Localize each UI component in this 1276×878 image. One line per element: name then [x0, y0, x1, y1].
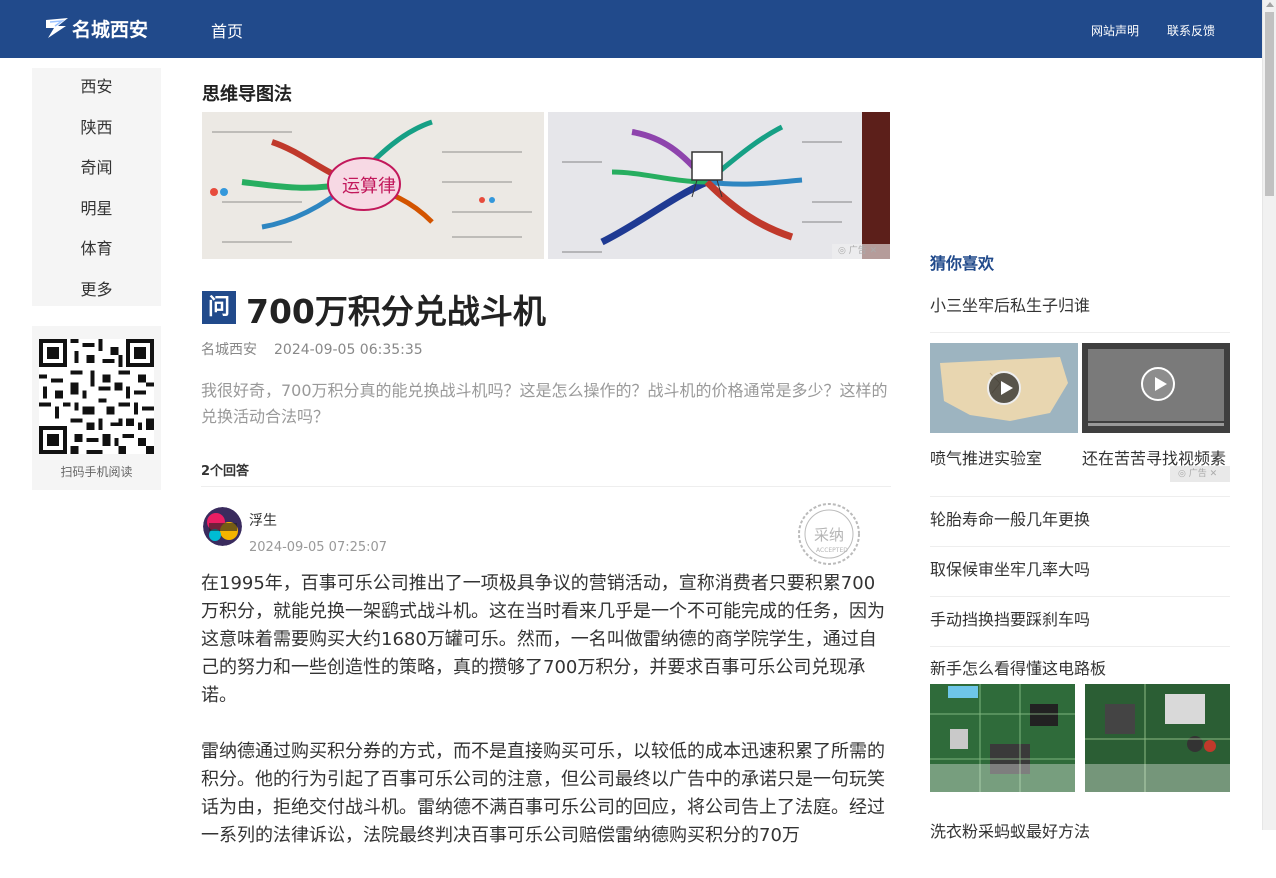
ad-tag[interactable]: ◎ 广告 ✕: [832, 244, 890, 259]
recommend-item[interactable]: 取保候审坐牢几率大吗: [930, 556, 1230, 580]
question-title: 700万积分兑战斗机: [246, 292, 546, 331]
contact-feedback-link[interactable]: 联系反馈: [1167, 22, 1215, 39]
qr-code-box: 扫码手机阅读: [32, 326, 161, 490]
logo-icon: [46, 18, 68, 38]
play-icon[interactable]: [1141, 367, 1175, 401]
ad-close-icon[interactable]: ✕: [1210, 469, 1218, 479]
accepted-stamp-icon: 采纳 ACCEPTED: [798, 503, 860, 565]
qr-code-image: [39, 339, 154, 454]
section-title: 思维导图法: [202, 84, 292, 105]
nav-home-link[interactable]: 首页: [211, 18, 243, 42]
question-badge: 问: [202, 291, 236, 324]
category-more[interactable]: 更多: [32, 271, 161, 312]
divider: [930, 646, 1230, 647]
answer-paragraph: 在1995年，百事可乐公司推出了一项极具争议的营销活动，宣称消费者只要积累700…: [201, 573, 885, 706]
mind-map-image: 运算律: [202, 112, 890, 259]
video-thumbnail[interactable]: [930, 343, 1078, 433]
top-header: 名城西安 首页 网站声明 联系反馈: [0, 0, 1262, 58]
video-thumbnail[interactable]: [1082, 343, 1230, 433]
recommend-item[interactable]: 手动挡换挡要踩刹车吗: [930, 606, 1230, 630]
site-statement-link[interactable]: 网站声明: [1091, 22, 1139, 39]
circuit-board-image[interactable]: [1085, 684, 1230, 792]
qr-caption: 扫码手机阅读: [60, 465, 133, 479]
ad-label: 广告: [1188, 469, 1207, 479]
ad-label-icon: ◎: [1178, 469, 1186, 479]
category-shaanxi[interactable]: 陕西: [32, 109, 161, 150]
recommend-item[interactable]: 轮胎寿命一般几年更换: [930, 506, 1230, 530]
category-sports[interactable]: 体育: [32, 230, 161, 271]
answer-author-name[interactable]: 浮生: [249, 510, 277, 530]
recommend-item[interactable]: 新手怎么看得懂这电路板: [930, 655, 1230, 679]
question-date: 2024-09-05 06:35:35: [274, 342, 423, 358]
category-nav: 西安 陕西 奇闻 明星 体育 更多: [32, 68, 161, 306]
answer-time: 2024-09-05 07:25:07: [249, 540, 388, 555]
divider: [930, 332, 1230, 333]
page-scrollbar[interactable]: [1262, 0, 1276, 830]
ad-label-icon: ◎: [838, 246, 846, 256]
stamp-text: 采纳: [814, 526, 844, 544]
recommend-title: 猜你喜欢: [930, 254, 995, 273]
scroll-up-arrow-icon[interactable]: [1266, 2, 1274, 7]
question-meta: 名城西安 2024-09-05 06:35:35: [201, 339, 423, 359]
circuit-board-image[interactable]: [930, 684, 1075, 792]
question-description: 我很好奇，700万积分真的能兑换战斗机吗？这是怎么操作的？战斗机的价格通常是多少…: [201, 381, 888, 426]
play-icon[interactable]: [987, 371, 1021, 405]
question-author[interactable]: 名城西安: [201, 342, 257, 358]
divider: [930, 546, 1230, 547]
ad-tag[interactable]: ◎ 广告 ✕: [1170, 466, 1230, 482]
divider: [201, 486, 891, 487]
ad-label: 广告: [848, 246, 867, 256]
divider: [930, 496, 1230, 497]
category-oddities[interactable]: 奇闻: [32, 149, 161, 190]
avatar[interactable]: [203, 507, 242, 546]
banner-ad[interactable]: 运算律 ◎ 广告 ✕: [202, 112, 890, 259]
recommend-item[interactable]: 洗衣粉采蚂蚁最好方法: [930, 818, 1230, 842]
category-xian[interactable]: 西安: [32, 68, 161, 109]
answer-body: 在1995年，百事可乐公司推出了一项极具争议的营销活动，宣称消费者只要积累700…: [201, 570, 891, 878]
logo-text: 名城西安: [72, 18, 149, 41]
recommend-item[interactable]: 小三坐牢后私生子归谁: [930, 292, 1230, 316]
divider: [930, 596, 1230, 597]
answer-paragraph: 雷纳德通过购买积分券的方式，而不是直接购买可乐，以较低的成本迅速积累了所需的积分…: [201, 741, 885, 846]
category-celebrities[interactable]: 明星: [32, 190, 161, 231]
stamp-subtext: ACCEPTED: [816, 547, 848, 554]
video-caption[interactable]: 喷气推进实验室: [930, 445, 1078, 469]
ad-close-icon[interactable]: ✕: [870, 246, 878, 256]
banner-center-label: 运算律: [342, 176, 396, 197]
site-logo[interactable]: 名城西安: [44, 14, 148, 42]
answer-count: 2个回答: [201, 464, 250, 479]
scroll-thumb[interactable]: [1265, 12, 1274, 196]
